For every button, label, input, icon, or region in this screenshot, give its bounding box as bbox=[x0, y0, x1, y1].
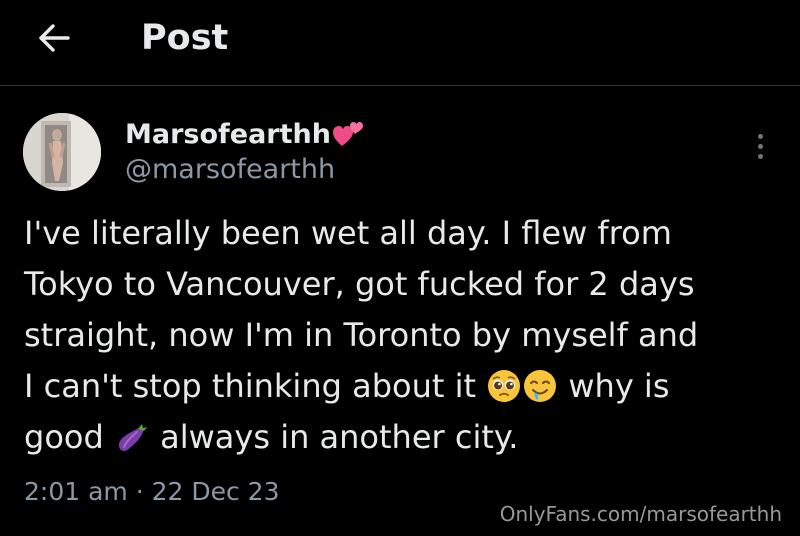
avatar[interactable] bbox=[23, 113, 101, 191]
display-name[interactable]: Marsofearthh bbox=[125, 119, 331, 150]
pleading-face-emoji bbox=[487, 367, 521, 402]
more-dot bbox=[757, 143, 763, 149]
eggplant-emoji bbox=[115, 418, 149, 452]
post-text-segment: why is bbox=[568, 367, 670, 405]
post-text-segment: always in another city. bbox=[160, 418, 519, 456]
drooling-face-emoji bbox=[523, 367, 557, 402]
back-button[interactable] bbox=[28, 14, 80, 62]
post-text: I've literally been wet all day. I flew … bbox=[24, 208, 764, 463]
page-title: Post bbox=[141, 18, 229, 58]
post-text-line: Tokyo to Vancouver, got fucked for 2 day… bbox=[24, 265, 695, 303]
two-hearts-emoji bbox=[332, 120, 363, 148]
author-name-row[interactable]: Marsofearthh bbox=[125, 114, 363, 154]
top-bar: Post bbox=[0, 0, 800, 86]
post-text-line: I can't stop thinking about it why is bbox=[24, 361, 764, 412]
more-options-button[interactable] bbox=[745, 124, 775, 168]
post-text-line: I've literally been wet all day. I flew … bbox=[24, 214, 672, 252]
watermark: OnlyFans.com/marsofearthh bbox=[499, 502, 782, 526]
post-timestamp[interactable]: 2:01 am · 22 Dec 23 bbox=[24, 474, 280, 510]
more-vertical-icon bbox=[757, 133, 763, 139]
arrow-left-icon bbox=[39, 24, 70, 52]
post-text-line: straight, now I'm in Toronto by myself a… bbox=[24, 316, 699, 354]
post-text-segment: I can't stop thinking about it bbox=[24, 367, 477, 405]
more-dot bbox=[757, 153, 763, 159]
post-text-line: good always in another city. bbox=[24, 412, 764, 463]
avatar-photo bbox=[23, 113, 101, 191]
post-text-segment: good bbox=[24, 418, 104, 456]
author-handle[interactable]: @marsofearthh bbox=[125, 152, 335, 188]
